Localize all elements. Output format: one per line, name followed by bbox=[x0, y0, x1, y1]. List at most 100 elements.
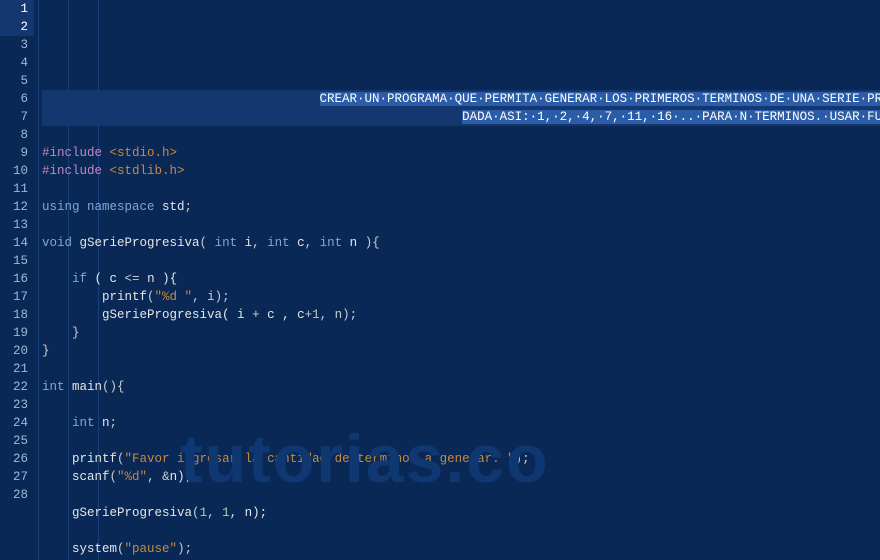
line-number: 5 bbox=[0, 72, 34, 90]
code-token: int bbox=[320, 236, 350, 250]
line-number: 25 bbox=[0, 432, 34, 450]
line-number: 26 bbox=[0, 450, 34, 468]
line-number: 19 bbox=[0, 324, 34, 342]
code-token: int bbox=[215, 236, 245, 250]
line-number: 22 bbox=[0, 378, 34, 396]
code-line[interactable] bbox=[42, 360, 880, 378]
code-token: 1 bbox=[222, 506, 230, 520]
code-token bbox=[42, 272, 72, 286]
code-token: printf bbox=[72, 452, 117, 466]
code-line[interactable] bbox=[42, 396, 880, 414]
code-line[interactable]: #include <stdio.h> bbox=[42, 144, 880, 162]
code-line[interactable] bbox=[42, 252, 880, 270]
code-token: ( i bbox=[222, 308, 252, 322]
code-token: ( c bbox=[95, 272, 125, 286]
code-line[interactable]: int n; bbox=[42, 414, 880, 432]
code-token: } bbox=[72, 326, 80, 340]
code-token: ); bbox=[515, 452, 530, 466]
code-token: "%d" bbox=[117, 470, 147, 484]
code-token bbox=[42, 416, 72, 430]
code-token: main bbox=[72, 380, 102, 394]
code-token: , n); bbox=[320, 308, 358, 322]
code-token: ; bbox=[185, 200, 193, 214]
line-number: 15 bbox=[0, 252, 34, 270]
code-line[interactable]: void gSerieProgresiva( int i, int c, int… bbox=[42, 234, 880, 252]
code-line[interactable] bbox=[42, 216, 880, 234]
code-token: n bbox=[350, 236, 365, 250]
code-line[interactable]: printf("Favor ingresar la cantidad de te… bbox=[42, 450, 880, 468]
code-token: "pause" bbox=[125, 542, 178, 556]
code-token: using bbox=[42, 200, 87, 214]
code-line[interactable]: using namespace std; bbox=[42, 198, 880, 216]
code-line[interactable]: } bbox=[42, 342, 880, 360]
code-token: n bbox=[102, 416, 110, 430]
code-token: c , c bbox=[267, 308, 305, 322]
code-token: <stdlib.h> bbox=[110, 164, 185, 178]
code-token: <stdio.h> bbox=[110, 146, 178, 160]
code-line[interactable] bbox=[42, 126, 880, 144]
code-line[interactable]: DADA·ASI:·1,·2,·4,·7,·11,·16·..·PARA·N·T… bbox=[42, 108, 880, 126]
code-token: ( bbox=[192, 506, 200, 520]
code-area[interactable]: CREAR·UN·PROGRAMA·QUE·PERMITA·GENERAR·LO… bbox=[34, 0, 880, 560]
code-token: , bbox=[207, 506, 222, 520]
code-token: printf bbox=[102, 290, 147, 304]
code-token: std bbox=[162, 200, 185, 214]
code-token: , bbox=[305, 236, 320, 250]
code-token: ( bbox=[117, 542, 125, 556]
code-token: ( bbox=[200, 236, 215, 250]
line-number: 1 bbox=[0, 0, 34, 18]
code-token: & bbox=[162, 470, 170, 484]
code-token: if bbox=[72, 272, 95, 286]
code-token bbox=[42, 110, 462, 124]
code-token: gSerieProgresiva bbox=[72, 506, 192, 520]
code-line[interactable] bbox=[42, 180, 880, 198]
code-line[interactable] bbox=[42, 432, 880, 450]
code-line[interactable]: #include <stdlib.h> bbox=[42, 162, 880, 180]
code-line[interactable] bbox=[42, 486, 880, 504]
code-token bbox=[42, 452, 72, 466]
code-token: #include bbox=[42, 146, 110, 160]
code-line[interactable]: CREAR·UN·PROGRAMA·QUE·PERMITA·GENERAR·LO… bbox=[42, 90, 880, 108]
code-token: c bbox=[297, 236, 305, 250]
code-token: n ){ bbox=[147, 272, 177, 286]
line-number: 4 bbox=[0, 54, 34, 72]
code-line[interactable]: gSerieProgresiva( i + c , c+1, n); bbox=[42, 306, 880, 324]
code-token: 1 bbox=[200, 506, 208, 520]
line-number: 6 bbox=[0, 90, 34, 108]
code-editor[interactable]: 1234567891011121314151617181920212223242… bbox=[0, 0, 880, 560]
code-token: ( bbox=[110, 470, 118, 484]
code-token: , bbox=[147, 470, 162, 484]
code-token bbox=[42, 290, 102, 304]
code-line[interactable]: if ( c <= n ){ bbox=[42, 270, 880, 288]
code-token: void bbox=[42, 236, 80, 250]
code-line[interactable] bbox=[42, 522, 880, 540]
line-number: 24 bbox=[0, 414, 34, 432]
code-line[interactable]: gSerieProgresiva(1, 1, n); bbox=[42, 504, 880, 522]
code-line[interactable]: printf("%d ", i); bbox=[42, 288, 880, 306]
code-token: namespace bbox=[87, 200, 162, 214]
code-token: (){ bbox=[102, 380, 125, 394]
code-line[interactable]: system("pause"); bbox=[42, 540, 880, 558]
code-token: system bbox=[72, 542, 117, 556]
code-token bbox=[42, 326, 72, 340]
code-line[interactable]: } bbox=[42, 324, 880, 342]
code-line[interactable]: scanf("%d", &n); bbox=[42, 468, 880, 486]
code-token bbox=[42, 92, 320, 106]
line-number: 10 bbox=[0, 162, 34, 180]
code-token: ( bbox=[147, 290, 155, 304]
code-token: } bbox=[42, 344, 50, 358]
code-token: + bbox=[305, 308, 313, 322]
code-line[interactable]: int main(){ bbox=[42, 378, 880, 396]
code-token: "Favor ingresar la cantidad de terminos … bbox=[125, 452, 515, 466]
code-token: int bbox=[72, 416, 102, 430]
line-number: 12 bbox=[0, 198, 34, 216]
code-token: <= bbox=[125, 272, 148, 286]
code-token: + bbox=[252, 308, 267, 322]
code-token bbox=[42, 542, 72, 556]
line-number-gutter: 1234567891011121314151617181920212223242… bbox=[0, 0, 34, 560]
code-token bbox=[42, 506, 72, 520]
indent-guide bbox=[38, 0, 39, 560]
code-token: , n); bbox=[230, 506, 268, 520]
line-number: 8 bbox=[0, 126, 34, 144]
code-token: 1 bbox=[312, 308, 320, 322]
